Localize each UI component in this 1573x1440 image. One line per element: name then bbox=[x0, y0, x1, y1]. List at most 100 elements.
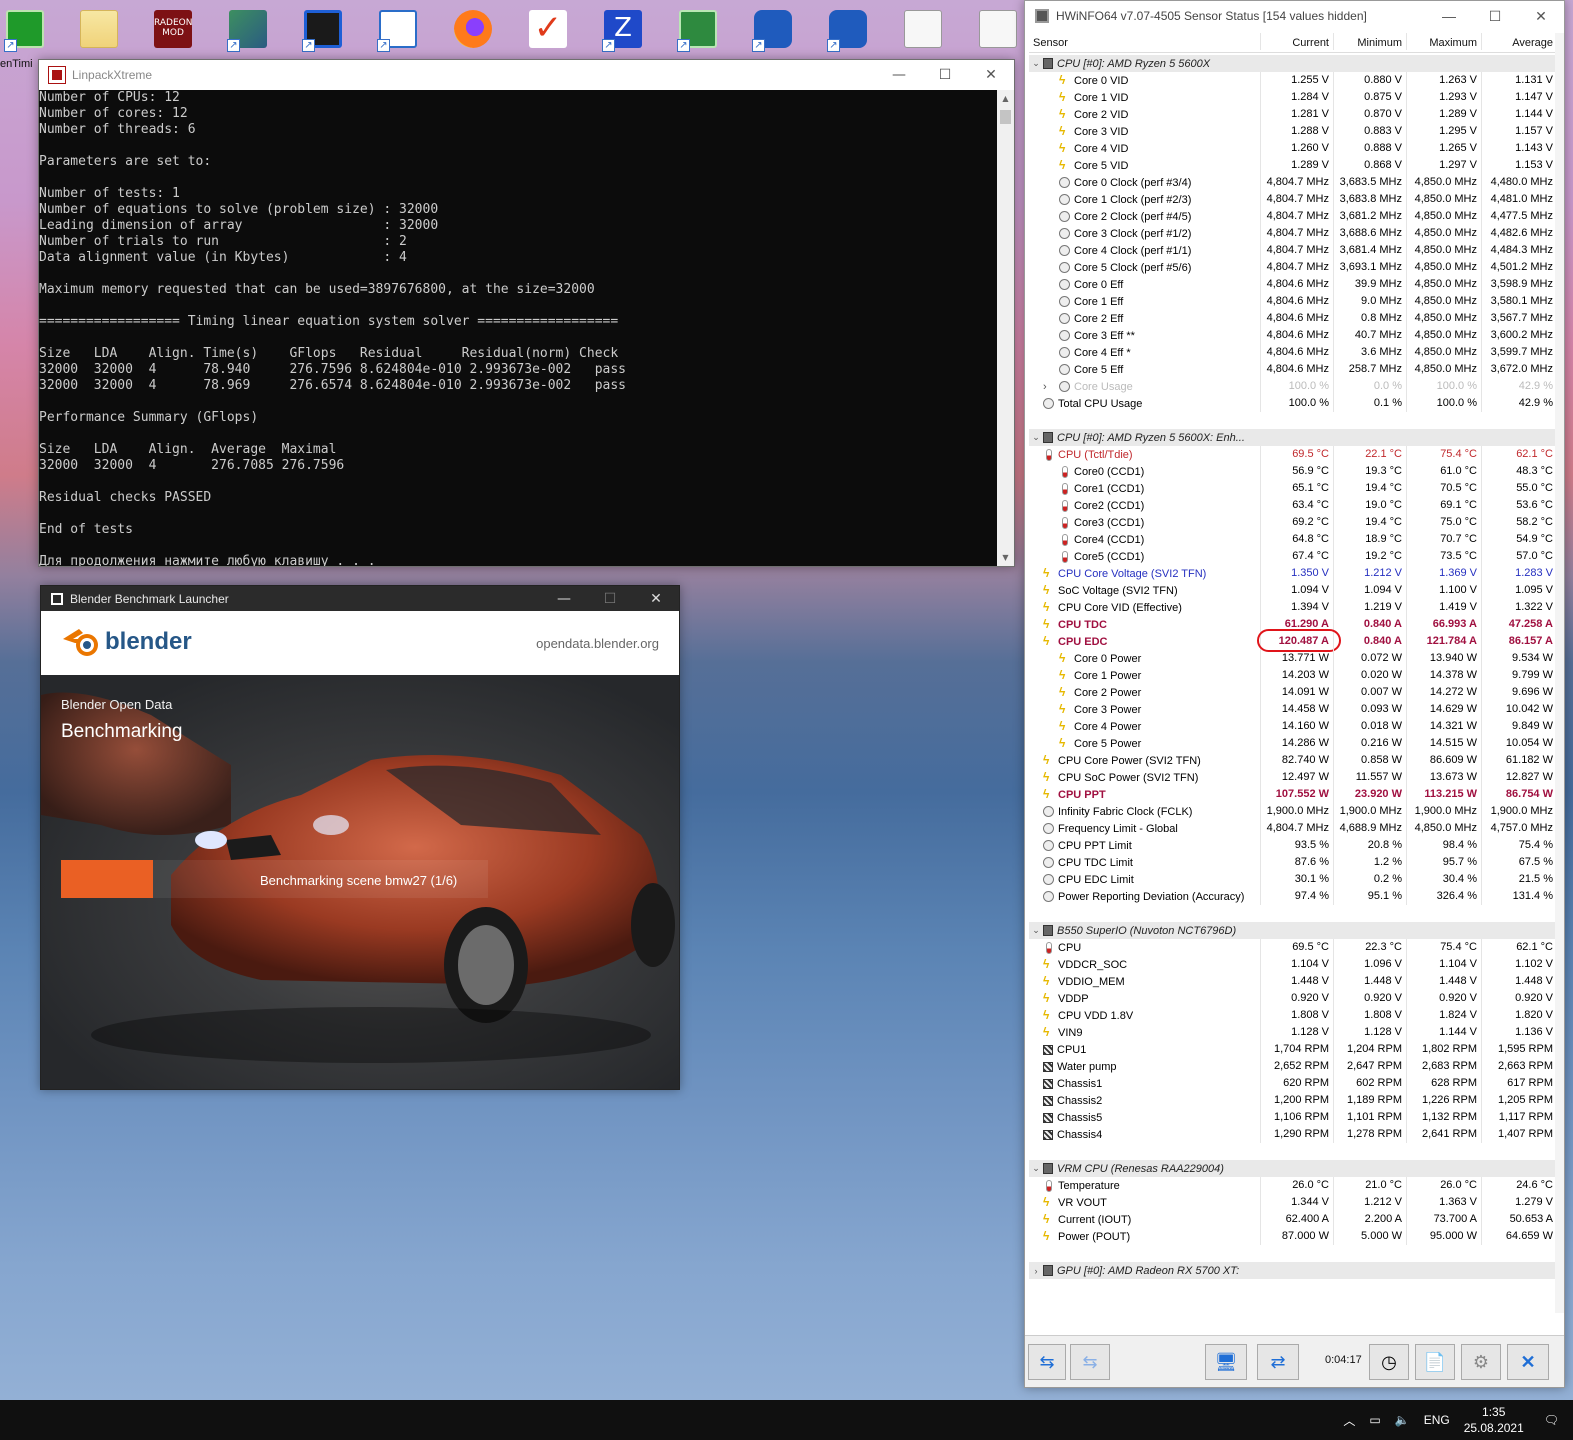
blender-window[interactable]: Blender Benchmark Launcher — ☐ ✕ blender… bbox=[40, 585, 680, 1090]
scroll-thumb[interactable] bbox=[1000, 110, 1011, 124]
document-icon-2[interactable] bbox=[975, 6, 1021, 52]
hwinfo-icon-b[interactable]: ↗ bbox=[825, 6, 871, 52]
close-button[interactable]: ✕ bbox=[968, 60, 1014, 90]
blender-logo[interactable]: blender bbox=[61, 625, 192, 659]
sensor-group-row[interactable]: ⌄ CPU [#0]: AMD Ryzen 5 5600X: Enh... bbox=[1029, 429, 1560, 446]
sensor-row[interactable]: ϟ CPU Core Voltage (SVI2 TFN) 1.350 V 1.212… bbox=[1029, 565, 1560, 582]
sensor-row[interactable]: CPU 69.5 °C 22.3 °C 75.4 °C 62.1 °C bbox=[1029, 939, 1560, 956]
sensor-row[interactable]: ϟ VDDIO_MEM 1.448 V 1.448 V 1.448 V 1.448 V bbox=[1029, 973, 1560, 990]
notification-icon[interactable]: 🗨 bbox=[1544, 1413, 1559, 1427]
sensor-row[interactable]: Core4 (CCD1) 64.8 °C 18.9 °C 70.7 °C 54.9 °C bbox=[1029, 531, 1560, 548]
sensor-row[interactable]: CPU1 1,704 RPM 1,204 RPM 1,802 RPM 1,595 RPM bbox=[1029, 1041, 1560, 1058]
sensor-row[interactable]: Total CPU Usage 100.0 % 0.1 % 100.0 % 42.9 % bbox=[1029, 395, 1560, 412]
sensor-row[interactable]: CPU TDC Limit 87.6 % 1.2 % 95.7 % 67.5 % bbox=[1029, 854, 1560, 871]
window-app-icon[interactable]: ↗ bbox=[375, 6, 421, 52]
amd-shortcut-icon[interactable]: ↗ bbox=[225, 6, 271, 52]
hwinfo-icon-a[interactable]: ↗ bbox=[750, 6, 796, 52]
sensor-row[interactable]: Chassis5 1,106 RPM 1,101 RPM 1,132 RPM 1,117… bbox=[1029, 1109, 1560, 1126]
sensor-scrollbar[interactable] bbox=[1555, 33, 1564, 1313]
firefox-icon[interactable] bbox=[450, 6, 496, 52]
network-icon[interactable]: ▭ bbox=[1369, 1413, 1380, 1427]
sensor-group-row[interactable]: ⌄ VRM CPU (Renesas RAA229004) bbox=[1029, 1160, 1560, 1177]
sensor-row[interactable]: Temperature 26.0 °C 21.0 °C 26.0 °C 24.6 °C bbox=[1029, 1177, 1560, 1194]
sensor-row[interactable]: Chassis2 1,200 RPM 1,189 RPM 1,226 RPM 1,205… bbox=[1029, 1092, 1560, 1109]
tray-overflow-icon[interactable]: ︿ bbox=[1343, 1412, 1355, 1429]
sensor-row[interactable]: ϟ Core 2 Power 14.091 W 0.007 W 14.272 W 9.69… bbox=[1029, 684, 1560, 701]
sensor-row[interactable]: ϟ Core 1 Power 14.203 W 0.020 W 14.378 W 9.79… bbox=[1029, 667, 1560, 684]
maximize-button[interactable]: ☐ bbox=[587, 586, 633, 611]
checkmark-app-icon[interactable]: ✓ bbox=[525, 6, 571, 52]
sensor-row[interactable]: Core 1 Clock (perf #2/3) 4,804.7 MHz 3,683… bbox=[1029, 191, 1560, 208]
sensor-row[interactable]: Core0 (CCD1) 56.9 °C 19.3 °C 61.0 °C 48.3 °C bbox=[1029, 463, 1560, 480]
sensor-row[interactable]: CPU EDC Limit 30.1 % 0.2 % 30.4 % 21.5 % bbox=[1029, 871, 1560, 888]
settings-gear-icon[interactable]: ⚙ bbox=[1461, 1344, 1501, 1380]
sensor-row[interactable]: ϟ Core 4 Power 14.160 W 0.018 W 14.321 W 9.84… bbox=[1029, 718, 1560, 735]
sensor-row[interactable]: Core 4 Clock (perf #1/1) 4,804.7 MHz 3,681… bbox=[1029, 242, 1560, 259]
clock-reset-icon[interactable]: ◷ bbox=[1369, 1344, 1409, 1380]
expand-chevron-icon[interactable]: ⌄ bbox=[1029, 432, 1043, 443]
desktop-icon-green-z[interactable]: ↗ bbox=[2, 6, 48, 52]
close-sensors-icon[interactable]: ✕ bbox=[1507, 1344, 1549, 1380]
sensor-row[interactable]: Frequency Limit - Global 4,804.7 MHz 4,688… bbox=[1029, 820, 1560, 837]
col-sensor[interactable]: Sensor bbox=[1029, 33, 1260, 52]
remote-desktop-icon[interactable]: ↗ bbox=[300, 6, 346, 52]
sensor-row[interactable]: ϟ Core 1 VID 1.284 V 0.875 V 1.293 V 1.147 V bbox=[1029, 89, 1560, 106]
remote-sensors-icon[interactable]: ⇄ bbox=[1257, 1344, 1299, 1380]
linpack-titlebar[interactable]: LinpackXtreme — ☐ ✕ bbox=[39, 60, 1014, 90]
cpu-z-icon[interactable]: Z ↗ bbox=[600, 6, 646, 52]
network-app-icon[interactable]: ↗ bbox=[675, 6, 721, 52]
sensor-row[interactable]: Core5 (CCD1) 67.4 °C 19.2 °C 73.5 °C 57.0 °C bbox=[1029, 548, 1560, 565]
nav-collapse-icon[interactable]: ⇆ bbox=[1070, 1344, 1110, 1380]
sensor-row[interactable]: Core2 (CCD1) 63.4 °C 19.0 °C 69.1 °C 53.6 °C bbox=[1029, 497, 1560, 514]
document-icon[interactable] bbox=[900, 6, 946, 52]
sensor-row[interactable]: ϟ CPU Core VID (Effective) 1.394 V 1.219 V1… bbox=[1029, 599, 1560, 616]
sensor-row[interactable]: Core 0 Eff 4,804.6 MHz 39.9 MHz 4,850.0 MHz… bbox=[1029, 276, 1560, 293]
sensor-row[interactable]: Core 3 Clock (perf #1/2) 4,804.7 MHz 3,688… bbox=[1029, 225, 1560, 242]
close-button[interactable]: ✕ bbox=[633, 586, 679, 611]
col-maximum[interactable]: Maximum bbox=[1406, 33, 1481, 50]
sensor-row[interactable]: › Core Usage 100.0 % 0.0 % 100.0 % 42.9 % bbox=[1029, 378, 1560, 395]
sensor-group-row[interactable]: › GPU [#0]: AMD Radeon RX 5700 XT: bbox=[1029, 1262, 1560, 1279]
sensor-row[interactable]: ϟ CPU EDC 120.487 A 0.840 A 121.784 A 86.157 … bbox=[1029, 629, 1560, 652]
col-minimum[interactable]: Minimum bbox=[1333, 33, 1406, 50]
hwinfo-titlebar[interactable]: HWiNFO64 v7.07-4505 Sensor Status [154 v… bbox=[1025, 1, 1564, 31]
sensor-row[interactable]: Infinity Fabric Clock (FCLK) 1,900.0 MHz 1… bbox=[1029, 803, 1560, 820]
sensor-row[interactable]: ϟ Core 0 Power 13.771 W 0.072 W 13.940 W 9.53… bbox=[1029, 650, 1560, 667]
console-scrollbar[interactable]: ▲ ▼ bbox=[997, 90, 1014, 566]
sensor-row[interactable]: Core 2 Clock (perf #4/5) 4,804.7 MHz 3,681… bbox=[1029, 208, 1560, 225]
sensor-row[interactable]: ϟ Core 5 Power 14.286 W 0.216 W 14.515 W 10.0… bbox=[1029, 735, 1560, 752]
sensor-row[interactable]: Core 1 Eff 4,804.6 MHz 9.0 MHz 4,850.0 MHz 3… bbox=[1029, 293, 1560, 310]
sensor-row[interactable]: ϟ VDDP 0.920 V 0.920 V 0.920 V 0.920 V bbox=[1029, 990, 1560, 1007]
sensor-row[interactable]: Core 2 Eff 4,804.6 MHz 0.8 MHz 4,850.0 MHz 3… bbox=[1029, 310, 1560, 327]
opendata-link[interactable]: opendata.blender.org bbox=[536, 636, 659, 651]
language-indicator[interactable]: ENG bbox=[1424, 1413, 1450, 1427]
sensor-row[interactable]: ϟ Core 4 VID 1.260 V 0.888 V 1.265 V 1.143 V bbox=[1029, 140, 1560, 157]
maximize-button[interactable]: ☐ bbox=[1472, 1, 1518, 31]
sensor-row[interactable]: Core 3 Eff ** 4,804.6 MHz 40.7 MHz 4,850.0 … bbox=[1029, 327, 1560, 344]
console-output[interactable]: Number of CPUs: 12 Number of cores: 12 Num… bbox=[39, 90, 997, 566]
sensor-row[interactable]: ϟ VDDCR_SOC 1.104 V 1.096 V 1.104 V 1.102 V bbox=[1029, 956, 1560, 973]
taskbar-clock[interactable]: 1:35 25.08.2021 bbox=[1464, 1404, 1524, 1436]
sensor-row[interactable]: ϟ Current (IOUT) 62.400 A 2.200 A 73.700 A 50… bbox=[1029, 1211, 1560, 1228]
sensor-row[interactable]: ϟ CPU PPT 107.552 W 23.920 W 113.215 W 86.754… bbox=[1029, 786, 1560, 803]
sensor-row[interactable]: ϟ Core 5 VID 1.289 V 0.868 V 1.297 V 1.153 V bbox=[1029, 157, 1560, 174]
folder-icon[interactable] bbox=[76, 6, 122, 52]
minimize-button[interactable]: — bbox=[541, 586, 587, 611]
indent-spacer[interactable]: › bbox=[1043, 381, 1059, 393]
sensor-row[interactable]: Chassis4 1,290 RPM 1,278 RPM 2,641 RPM 1,407… bbox=[1029, 1126, 1560, 1143]
sensor-row[interactable]: Power Reporting Deviation (Accuracy) 97.4… bbox=[1029, 888, 1560, 905]
col-current[interactable]: Current bbox=[1260, 33, 1333, 50]
sensor-row[interactable]: CPU (Tctl/Tdie) 69.5 °C 22.1 °C 75.4 °C 62.1… bbox=[1029, 446, 1560, 463]
close-button[interactable]: ✕ bbox=[1518, 1, 1564, 31]
sensor-row[interactable]: ϟ Core 2 VID 1.281 V 0.870 V 1.289 V 1.144 V bbox=[1029, 106, 1560, 123]
maximize-button[interactable]: ☐ bbox=[922, 60, 968, 90]
sensor-group-row[interactable]: ⌄ CPU [#0]: AMD Ryzen 5 5600X bbox=[1029, 55, 1560, 72]
sensor-row[interactable]: Core 5 Eff 4,804.6 MHz 258.7 MHz 4,850.0 MH… bbox=[1029, 361, 1560, 378]
nav-forward-back-icon[interactable]: ⇆ bbox=[1028, 1344, 1066, 1380]
sensor-row[interactable]: Core 0 Clock (perf #3/4) 4,804.7 MHz 3,683… bbox=[1029, 174, 1560, 191]
blender-titlebar[interactable]: Blender Benchmark Launcher — ☐ ✕ bbox=[41, 586, 679, 611]
expand-chevron-icon[interactable]: ⌄ bbox=[1029, 58, 1043, 69]
sensor-row[interactable]: Core 5 Clock (perf #5/6) 4,804.7 MHz 3,693… bbox=[1029, 259, 1560, 276]
sensor-row[interactable]: ϟ Core 3 VID 1.288 V 0.883 V 1.295 V 1.157 V bbox=[1029, 123, 1560, 140]
sensor-row[interactable]: Chassis1 620 RPM 602 RPM 628 RPM 617 RPM bbox=[1029, 1075, 1560, 1092]
